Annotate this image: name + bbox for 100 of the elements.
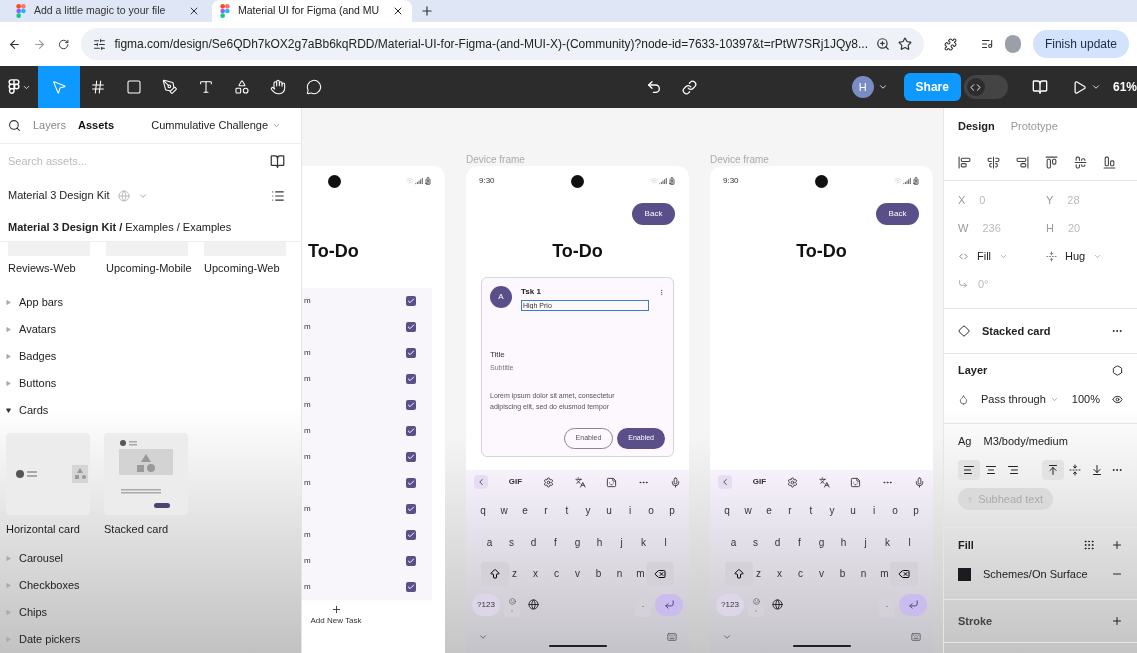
eye-icon[interactable]: [1112, 393, 1123, 405]
align-middle-icon[interactable]: [1074, 155, 1087, 169]
letter-key[interactable]: z: [753, 566, 764, 581]
text-align-button[interactable]: [958, 460, 980, 480]
panel-tab[interactable]: Assets: [78, 117, 115, 134]
sticker-icon[interactable]: [850, 476, 862, 488]
letter-key[interactable]: k: [638, 534, 649, 550]
section-header[interactable]: Carousel: [0, 545, 301, 572]
letter-key[interactable]: f: [794, 534, 805, 550]
letter-key[interactable]: q: [721, 502, 733, 518]
shift-key[interactable]: [725, 561, 753, 586]
letter-key[interactable]: o: [645, 502, 657, 518]
extensions-icon[interactable]: [944, 36, 958, 52]
caret-icon[interactable]: [1090, 82, 1101, 92]
checkbox[interactable]: [406, 400, 416, 410]
align-right-icon[interactable]: [1016, 155, 1029, 169]
align-bottom-icon[interactable]: [1103, 155, 1116, 169]
letter-key[interactable]: n: [858, 566, 869, 581]
symbols-key[interactable]: ?123: [716, 593, 744, 616]
section-header[interactable]: Chips: [0, 599, 301, 626]
panel-tab[interactable]: Design: [958, 117, 995, 135]
letter-key[interactable]: d: [772, 534, 783, 550]
checkbox[interactable]: [406, 348, 416, 358]
media-icon[interactable]: [981, 37, 994, 51]
mic-icon[interactable]: [669, 476, 681, 488]
letter-key[interactable]: s: [750, 534, 761, 550]
letter-key[interactable]: l: [904, 534, 915, 550]
enter-key[interactable]: [899, 593, 927, 616]
checkbox[interactable]: [406, 478, 416, 488]
blend-dropdown[interactable]: Pass through: [981, 390, 1059, 408]
checkbox[interactable]: [406, 322, 416, 332]
styles-icon[interactable]: [1083, 539, 1095, 551]
backspace-key[interactable]: [890, 561, 918, 586]
letter-key[interactable]: e: [763, 502, 775, 518]
panel-tab[interactable]: Layers: [33, 117, 67, 134]
letter-key[interactable]: w: [498, 502, 510, 518]
letter-key[interactable]: y: [582, 502, 594, 518]
play-icon[interactable]: [1071, 79, 1087, 95]
settings-icon[interactable]: [786, 476, 798, 488]
hexagon-icon[interactable]: [1112, 364, 1123, 376]
checkbox[interactable]: [406, 556, 416, 566]
close-icon[interactable]: [188, 5, 200, 17]
letter-key[interactable]: a: [728, 534, 739, 550]
back-button[interactable]: Back: [632, 203, 675, 225]
backspace-key[interactable]: [646, 561, 674, 586]
browser-tab[interactable]: Material UI for Figma (and MU: [212, 0, 412, 22]
letter-key[interactable]: v: [816, 566, 827, 581]
letter-key[interactable]: m: [879, 566, 890, 581]
list-view-icon[interactable]: [271, 188, 285, 203]
browser-tab[interactable]: Add a little magic to your file: [8, 0, 208, 22]
letter-key[interactable]: x: [774, 566, 785, 581]
section-header[interactable]: Badges: [0, 342, 301, 370]
letter-key[interactable]: r: [540, 502, 552, 518]
section-header[interactable]: App bars: [0, 288, 301, 316]
keyboard-icon[interactable]: [911, 631, 921, 642]
profile-avatar[interactable]: [1005, 35, 1021, 53]
opacity-value[interactable]: 100%: [1071, 390, 1100, 408]
checkbox[interactable]: [406, 374, 416, 384]
file-dropdown[interactable]: Cummulative Challenge: [151, 117, 293, 134]
caret-icon[interactable]: [877, 82, 888, 92]
letter-key[interactable]: p: [910, 502, 922, 518]
sticker-icon[interactable]: [606, 476, 618, 488]
chevron-left-icon[interactable]: [720, 477, 730, 487]
zoom-level[interactable]: 61%: [1112, 78, 1137, 96]
letter-key[interactable]: l: [660, 534, 671, 550]
letter-key[interactable]: t: [805, 502, 817, 518]
text-style-row[interactable]: Ag M3/body/medium: [958, 424, 1123, 458]
align-center-icon[interactable]: [987, 155, 1000, 169]
search-icon[interactable]: [8, 119, 21, 133]
section-header[interactable]: Cards: [0, 396, 301, 424]
checkbox[interactable]: [406, 296, 416, 306]
letter-key[interactable]: h: [838, 534, 849, 550]
symbols-key[interactable]: ?123: [472, 593, 500, 616]
letter-key[interactable]: w: [742, 502, 754, 518]
canvas[interactable]: [302, 108, 943, 653]
globe-icon[interactable]: [772, 599, 783, 610]
letter-key[interactable]: x: [530, 566, 541, 581]
add-icon[interactable]: [1111, 615, 1123, 627]
letter-key[interactable]: e: [519, 502, 531, 518]
letter-key[interactable]: m: [635, 566, 646, 581]
letter-key[interactable]: g: [572, 534, 583, 550]
letter-key[interactable]: i: [868, 502, 880, 518]
checkbox[interactable]: [406, 426, 416, 436]
component-name[interactable]: Stacked card: [982, 322, 1051, 340]
letter-key[interactable]: u: [603, 502, 615, 518]
translate-icon[interactable]: [818, 476, 830, 488]
gif-key[interactable]: GIF: [752, 476, 767, 488]
add-icon[interactable]: [1111, 539, 1123, 551]
fill-row[interactable]: Schemes/On Surface: [958, 562, 1123, 586]
section-header[interactable]: Buttons: [0, 369, 301, 397]
letter-key[interactable]: i: [624, 502, 636, 518]
section-header[interactable]: Avatars: [0, 315, 301, 343]
letter-key[interactable]: g: [816, 534, 827, 550]
align-left-icon[interactable]: [958, 155, 971, 169]
letter-key[interactable]: p: [666, 502, 678, 518]
letter-key[interactable]: a: [484, 534, 495, 550]
back-button[interactable]: Back: [876, 203, 919, 225]
checkbox[interactable]: [406, 504, 416, 514]
letter-key[interactable]: s: [506, 534, 517, 550]
vertical-align-button[interactable]: [1042, 460, 1064, 480]
